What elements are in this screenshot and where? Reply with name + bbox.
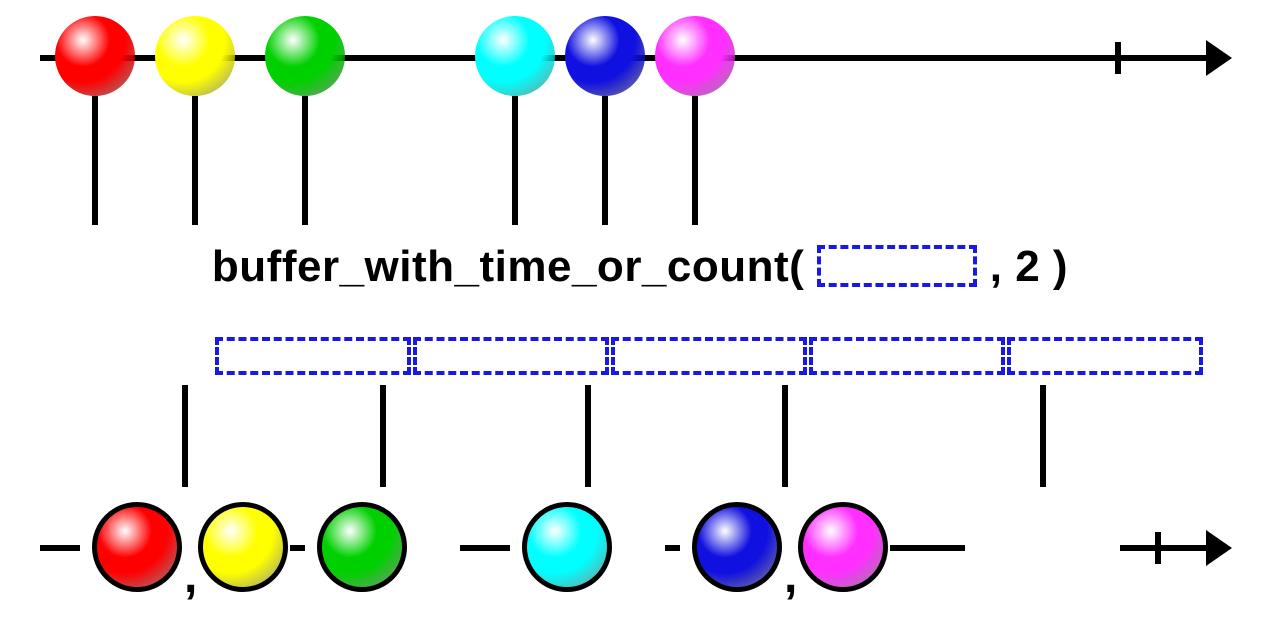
connector-line — [782, 385, 788, 490]
connector-line — [192, 96, 198, 225]
comma-separator: , — [184, 549, 197, 604]
output-marble — [692, 502, 782, 592]
connector-line — [602, 96, 608, 225]
output-buffer: , — [680, 487, 890, 607]
timespan-segment — [1007, 337, 1203, 375]
input-marble — [565, 16, 645, 96]
operator-text-suffix: , 2 ) — [977, 242, 1068, 291]
timespan-segment — [809, 337, 1005, 375]
output-buffer — [305, 487, 460, 607]
output-marble — [317, 502, 407, 592]
output-marble — [92, 502, 182, 592]
operator-box: buffer_with_time_or_count( , 2 ) — [45, 225, 1235, 385]
output-marble — [522, 502, 612, 592]
timespan-segment — [611, 337, 807, 375]
timespan-segment — [413, 337, 609, 375]
connector-line — [585, 385, 591, 490]
canvas: buffer_with_time_or_count( , 2 ) ,, — [0, 0, 1280, 640]
completion-bar — [1115, 42, 1121, 74]
arrowhead-icon — [1206, 40, 1232, 76]
connector-line — [92, 96, 98, 225]
connector-line — [302, 96, 308, 225]
timespan-param-icon — [817, 245, 977, 287]
comma-separator: , — [784, 549, 797, 604]
timespan-row — [45, 337, 1235, 375]
input-marble — [55, 16, 135, 96]
arrowhead-icon — [1206, 530, 1232, 566]
input-marble — [155, 16, 235, 96]
operator-label: buffer_with_time_or_count( , 2 ) — [45, 239, 1235, 292]
connector-line — [380, 385, 386, 490]
connector-line — [512, 96, 518, 225]
output-buffer — [965, 487, 1120, 607]
output-marble — [198, 502, 288, 592]
operator-text-prefix: buffer_with_time_or_count( — [212, 242, 817, 291]
input-marble — [475, 16, 555, 96]
output-buffer: , — [80, 487, 290, 607]
output-buffer — [510, 487, 665, 607]
connector-line — [692, 96, 698, 225]
timespan-segment — [215, 337, 411, 375]
completion-bar — [1155, 532, 1161, 564]
input-marble — [265, 16, 345, 96]
output-marble — [798, 502, 888, 592]
input-marble — [655, 16, 735, 96]
connector-line — [1040, 385, 1046, 490]
connector-line — [182, 385, 188, 490]
